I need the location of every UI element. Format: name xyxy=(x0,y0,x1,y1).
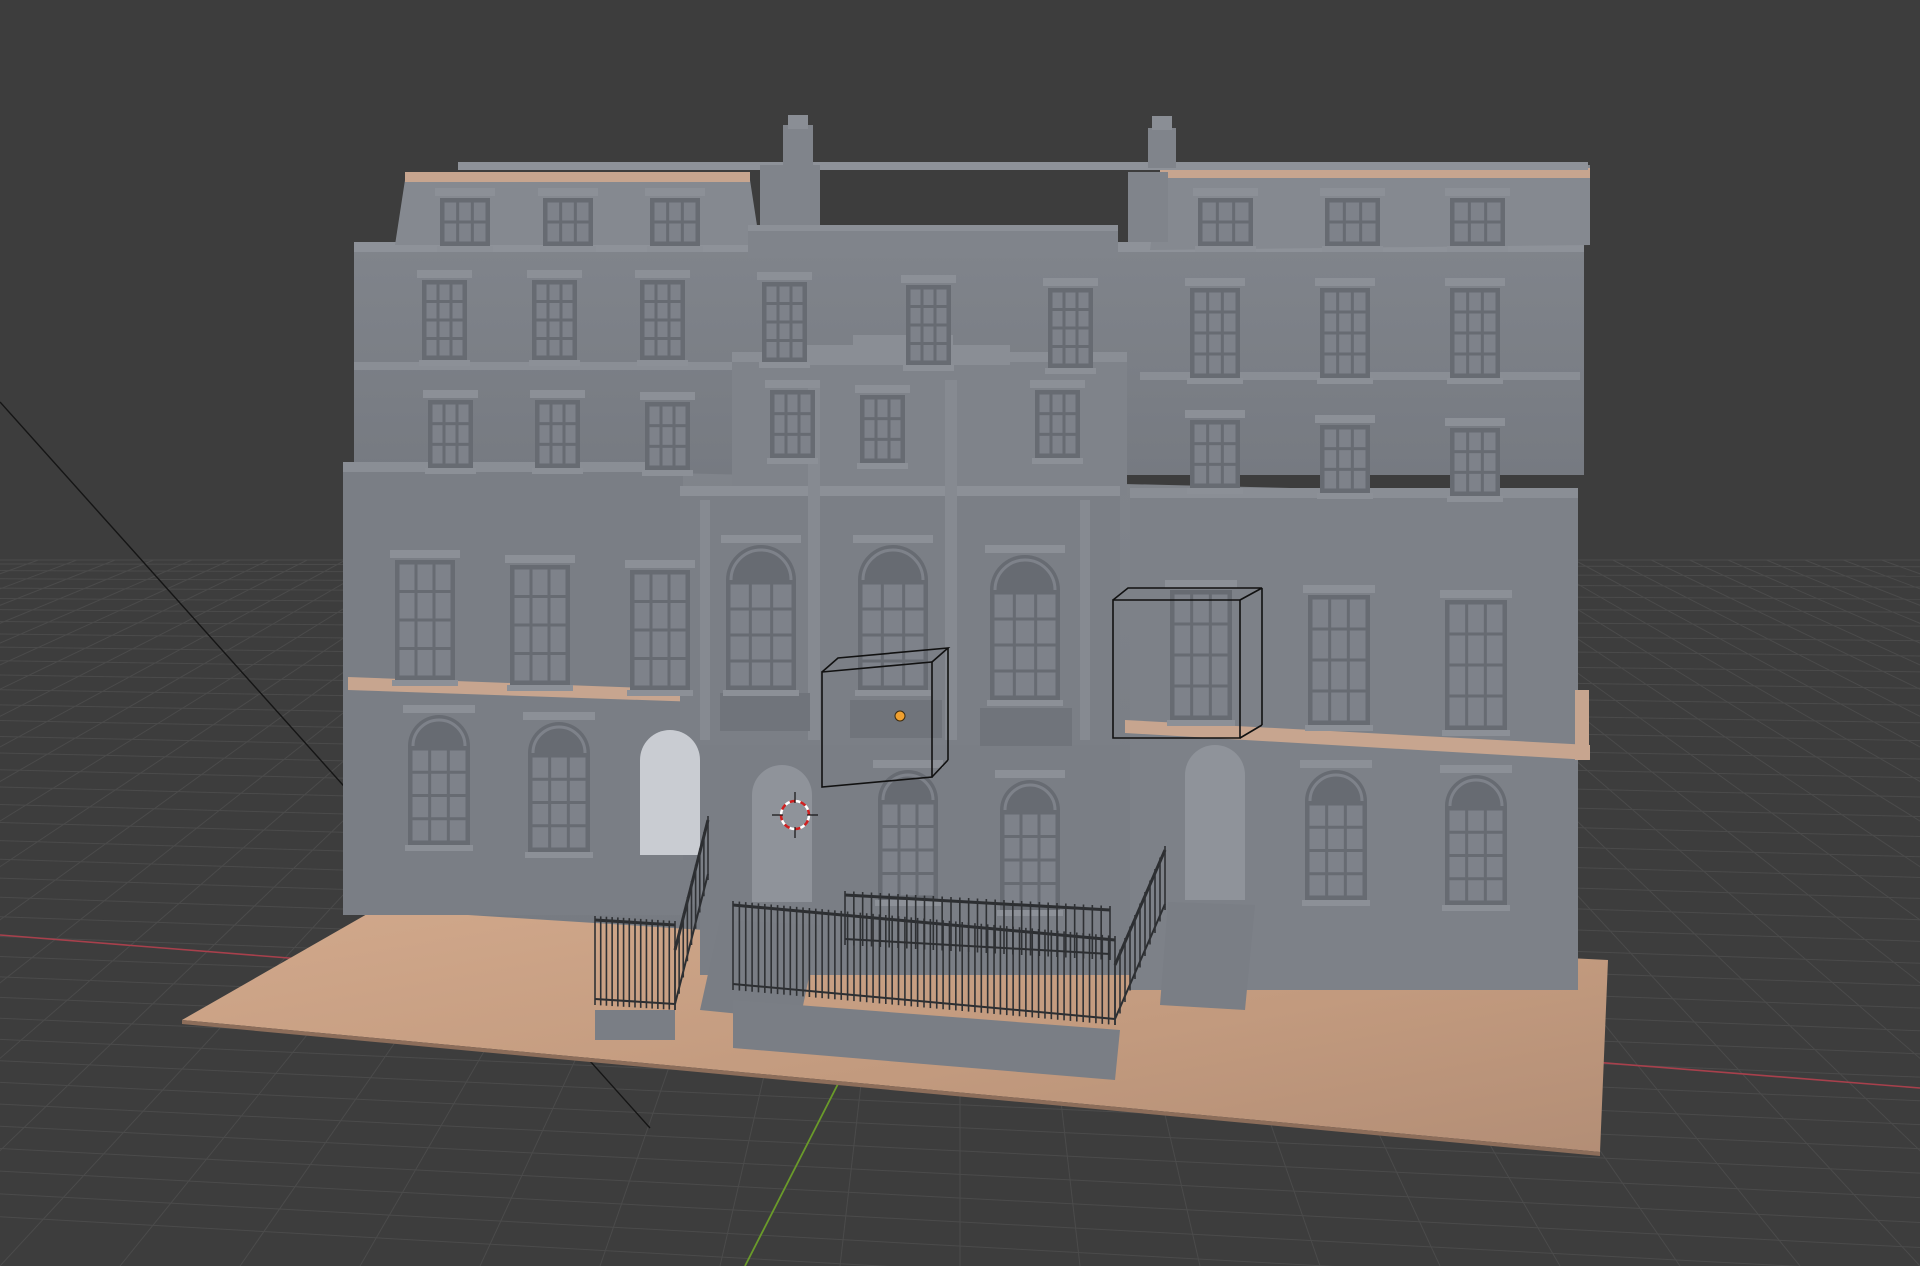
window xyxy=(1445,278,1505,384)
window xyxy=(1315,278,1375,384)
window xyxy=(635,270,690,366)
window xyxy=(853,535,933,696)
window xyxy=(1185,410,1245,494)
window xyxy=(757,272,812,368)
window xyxy=(1165,580,1237,726)
window xyxy=(1440,590,1512,736)
window xyxy=(1043,278,1098,374)
window xyxy=(1315,415,1375,499)
window xyxy=(855,385,910,469)
window xyxy=(640,392,695,476)
window xyxy=(1303,585,1375,731)
window xyxy=(765,380,820,464)
window xyxy=(1030,380,1085,464)
viewport-canvas[interactable] xyxy=(0,0,1920,1266)
window xyxy=(721,535,801,696)
window xyxy=(1185,278,1245,384)
window xyxy=(390,550,460,686)
3d-viewport[interactable] xyxy=(0,0,1920,1266)
window xyxy=(625,560,695,696)
window xyxy=(417,270,472,366)
window xyxy=(530,390,585,474)
doorway xyxy=(640,730,700,855)
iron-railing xyxy=(594,916,676,1010)
window xyxy=(985,545,1065,706)
window xyxy=(527,270,582,366)
object-origin-dot[interactable] xyxy=(894,710,906,722)
window xyxy=(423,390,478,474)
window xyxy=(901,275,956,371)
window xyxy=(505,555,575,691)
y-axis-line xyxy=(744,1079,841,1266)
window xyxy=(1445,418,1505,502)
